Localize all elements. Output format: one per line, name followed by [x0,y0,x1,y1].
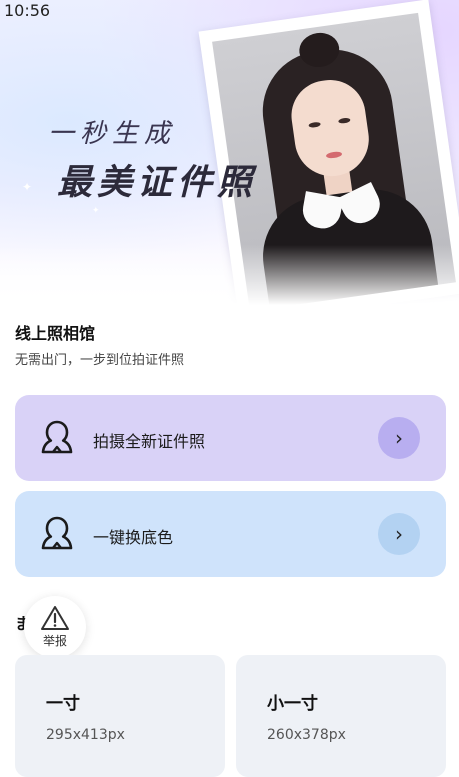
chevron-right-icon[interactable]: › [378,417,420,459]
sparkle-icon: ✦ [92,206,100,216]
report-button[interactable]: 举报 [24,596,86,658]
sparkle-icon: ✦ [22,180,33,194]
warning-triangle-icon [41,606,69,630]
hero-slogan-line2: 最美证件照 [57,162,258,203]
chevron-right-icon[interactable]: › [378,513,420,555]
hero-banner[interactable]: 10:56 ✦ ✦ ✦ 一秒生成 最美证件照 [0,0,459,305]
size-option-card[interactable]: 小一寸 260x378px [236,655,446,777]
status-time: 10:56 [4,1,51,20]
person-outline-icon [41,420,73,454]
size-dimensions: 295x413px [46,727,125,743]
size-dimensions: 260x378px [267,727,346,743]
change-background-card[interactable]: 一键换底色 › [15,491,446,577]
section-title: 线上照相馆 [15,324,96,343]
size-name: 小一寸 [267,694,318,714]
size-name: 一寸 [46,694,80,714]
section-subtitle: 无需出门，一步到位拍证件照 [15,353,185,368]
sparkle-icon: ✦ [212,124,223,138]
hero-slogan-line1: 一秒生成 [48,119,177,149]
person-outline-icon [41,516,73,550]
report-label: 举报 [42,634,67,648]
action-label: 拍摄全新证件照 [93,432,206,451]
size-option-card[interactable]: 一寸 295x413px [15,655,225,777]
action-label: 一键换底色 [93,528,174,547]
take-new-id-photo-card[interactable]: 拍摄全新证件照 › [15,395,446,481]
